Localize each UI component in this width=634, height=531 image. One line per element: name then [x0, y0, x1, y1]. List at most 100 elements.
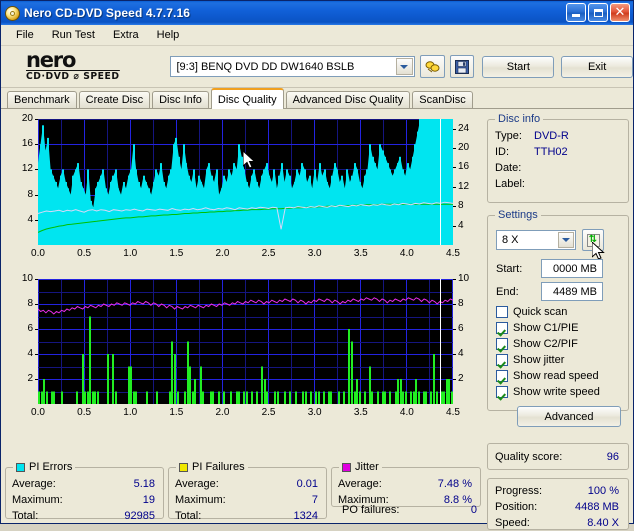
checkbox-show-read-speed[interactable]: Show read speed — [496, 370, 599, 382]
pie-xtick: 0.5 — [77, 248, 92, 259]
jitter-legend: Jitter — [339, 461, 382, 473]
eject-button[interactable] — [419, 55, 445, 78]
end-input[interactable]: 4489 MB — [541, 282, 603, 301]
start-label: Start: — [496, 262, 523, 275]
jitter-box: Jitter Average: 7.48 % Maximum: 8.8 % — [331, 461, 481, 507]
pif-chart: 2 4 6 8 10 2 4 6 8 10 0.0 0.5 1.0 1.5 2.0 2.5 3.0 3.5 4.0 4… — [5, 269, 485, 429]
checkbox-show-write-speed[interactable]: Show write speed — [496, 386, 600, 398]
maximize-button[interactable] — [588, 3, 608, 22]
checkbox-label: Show read speed — [513, 370, 599, 382]
disc-icon — [5, 5, 20, 21]
pif-plot-area — [38, 279, 453, 404]
disc-info-row: ID: TTH02 — [488, 144, 628, 160]
pif-xtick: 2.5 — [261, 407, 276, 418]
pie-y2tick: 4 — [458, 219, 464, 231]
pif-xtick: 4.5 — [446, 407, 460, 418]
jitter-wrap: Jitter Average: 7.48 % Maximum: 8.8 % PO… — [331, 459, 481, 521]
jitter-average-label: Average: — [338, 478, 382, 490]
toolbar: nero CD·DVD ⌀ SPEED [9:3] BENQ DVD DD DW… — [1, 46, 633, 88]
checkbox-show-jitter[interactable]: Show jitter — [496, 354, 564, 366]
drive-select[interactable]: [9:3] BENQ DVD DD DW1640 BSLB — [170, 56, 415, 77]
checkbox-box — [496, 370, 508, 382]
pi-failures-average-label: Average: — [175, 478, 219, 490]
speed-select[interactable]: 8 X — [496, 230, 576, 250]
stats-row: PI Errors Average: 5.18 Maximum: 19 Tota… — [5, 459, 485, 524]
speed-value: 8.40 X — [587, 517, 619, 529]
pi-failures-color-swatch — [179, 462, 188, 472]
chevron-down-icon[interactable] — [558, 232, 574, 248]
pi-errors-average-value: 5.18 — [133, 478, 155, 490]
disc-type-label: Type: — [495, 130, 522, 142]
checkbox-show-c1-pie[interactable]: Show C1/PIE — [496, 322, 578, 334]
charts-area: 4 8 12 16 20 4 8 12 16 20 24 0.0 0.5 1.0 1.5 2.0 2.5 3.0 3… — [5, 111, 485, 436]
po-failures-value: 0 — [470, 504, 477, 516]
logo-wordmark: nero — [26, 47, 76, 72]
tab-advanced-disc-quality[interactable]: Advanced Disc Quality — [285, 91, 411, 108]
tab-create-disc[interactable]: Create Disc — [78, 91, 151, 108]
pif-y2tick: 6 — [458, 323, 464, 334]
pi-errors-color-swatch — [16, 462, 25, 472]
disc-info-row: Label: — [488, 176, 628, 192]
disc-info-legend: Disc info — [495, 113, 544, 125]
pif-ytick: 2 — [27, 373, 33, 384]
tab-disc-info[interactable]: Disc Info — [152, 91, 209, 108]
tab-benchmark[interactable]: Benchmark — [7, 91, 77, 108]
checkbox-quick-scan[interactable]: Quick scan — [496, 306, 567, 318]
checkbox-box — [496, 354, 508, 366]
disc-quality-panel: 4 8 12 16 20 4 8 12 16 20 24 0.0 0.5 1.0 1.5 2.0 2.5 3.0 3… — [1, 109, 633, 530]
tab-strip: Benchmark Create Disc Disc Info Disc Qua… — [1, 88, 633, 109]
pif-ytick: 4 — [27, 348, 33, 359]
menu-help[interactable]: Help — [148, 27, 189, 43]
po-failures-label: PO failures: — [342, 504, 400, 516]
pi-failures-legend-label: PI Failures — [192, 461, 245, 473]
pif-xtick: 2.0 — [215, 407, 230, 418]
checkbox-show-c2-pif[interactable]: Show C2/PIF — [496, 338, 578, 350]
checkbox-box — [496, 386, 508, 398]
start-button[interactable]: Start — [482, 55, 555, 78]
stat-row: Total: 92985 — [6, 508, 163, 524]
end-label: End: — [496, 285, 519, 298]
chevron-down-icon[interactable] — [395, 58, 413, 75]
pie-xtick: 2.5 — [261, 248, 276, 259]
pif-ytick: 8 — [27, 298, 33, 309]
pie-y2tick: 20 — [458, 142, 470, 154]
disc-id-label: ID: — [495, 146, 510, 158]
disc-date-label: Date: — [495, 162, 522, 174]
settings-legend: Settings — [495, 209, 541, 221]
disc-id-value: TTH02 — [534, 146, 568, 158]
close-button[interactable]: ✕ — [610, 3, 630, 22]
title-bar: Nero CD-DVD Speed 4.7.7.16 ✕ — [1, 1, 633, 25]
pie-ytick: 12 — [21, 163, 33, 175]
pif-y2tick: 10 — [458, 273, 470, 284]
speed-row: Speed: 8.40 X — [488, 515, 628, 531]
pi-failures-maximum-value: 7 — [311, 494, 318, 506]
disc-type-value: DVD-R — [534, 130, 569, 142]
pif-xtick: 0.0 — [31, 407, 45, 418]
advanced-button[interactable]: Advanced — [517, 406, 621, 427]
pi-errors-maximum-value: 19 — [142, 494, 155, 506]
eject-hand-icon — [425, 60, 440, 72]
pie-xtick: 1.0 — [123, 248, 138, 259]
pie-chart: 4 8 12 16 20 4 8 12 16 20 24 0.0 0.5 1.0 1.5 2.0 2.5 3.0 3… — [5, 111, 485, 263]
menu-file[interactable]: File — [7, 27, 43, 43]
exit-button[interactable]: Exit — [561, 55, 633, 78]
tab-scandisc[interactable]: ScanDisc — [412, 91, 473, 108]
pie-plot-area — [38, 119, 453, 245]
position-value: 4488 MB — [574, 501, 619, 513]
start-input[interactable]: 0000 MB — [541, 259, 603, 278]
pie-ytick: 4 — [27, 213, 33, 225]
save-button[interactable] — [449, 55, 475, 78]
pie-y2tick: 12 — [458, 180, 470, 192]
refresh-speed-button[interactable]: ⇅ — [582, 229, 604, 251]
quality-score-label: Quality score: — [495, 450, 563, 463]
pi-failures-total-label: Total: — [175, 510, 202, 522]
minimize-button[interactable] — [566, 3, 586, 22]
pif-ytick: 10 — [21, 273, 33, 284]
pif-y2tick: 8 — [458, 298, 464, 309]
tab-disc-quality[interactable]: Disc Quality — [210, 88, 284, 109]
menu-extra[interactable]: Extra — [104, 27, 148, 43]
window-title: Nero CD-DVD Speed 4.7.7.16 — [24, 6, 190, 20]
speed-select-value: 8 X — [502, 234, 519, 246]
menu-run-test[interactable]: Run Test — [43, 27, 104, 43]
save-disk-icon — [455, 59, 470, 74]
